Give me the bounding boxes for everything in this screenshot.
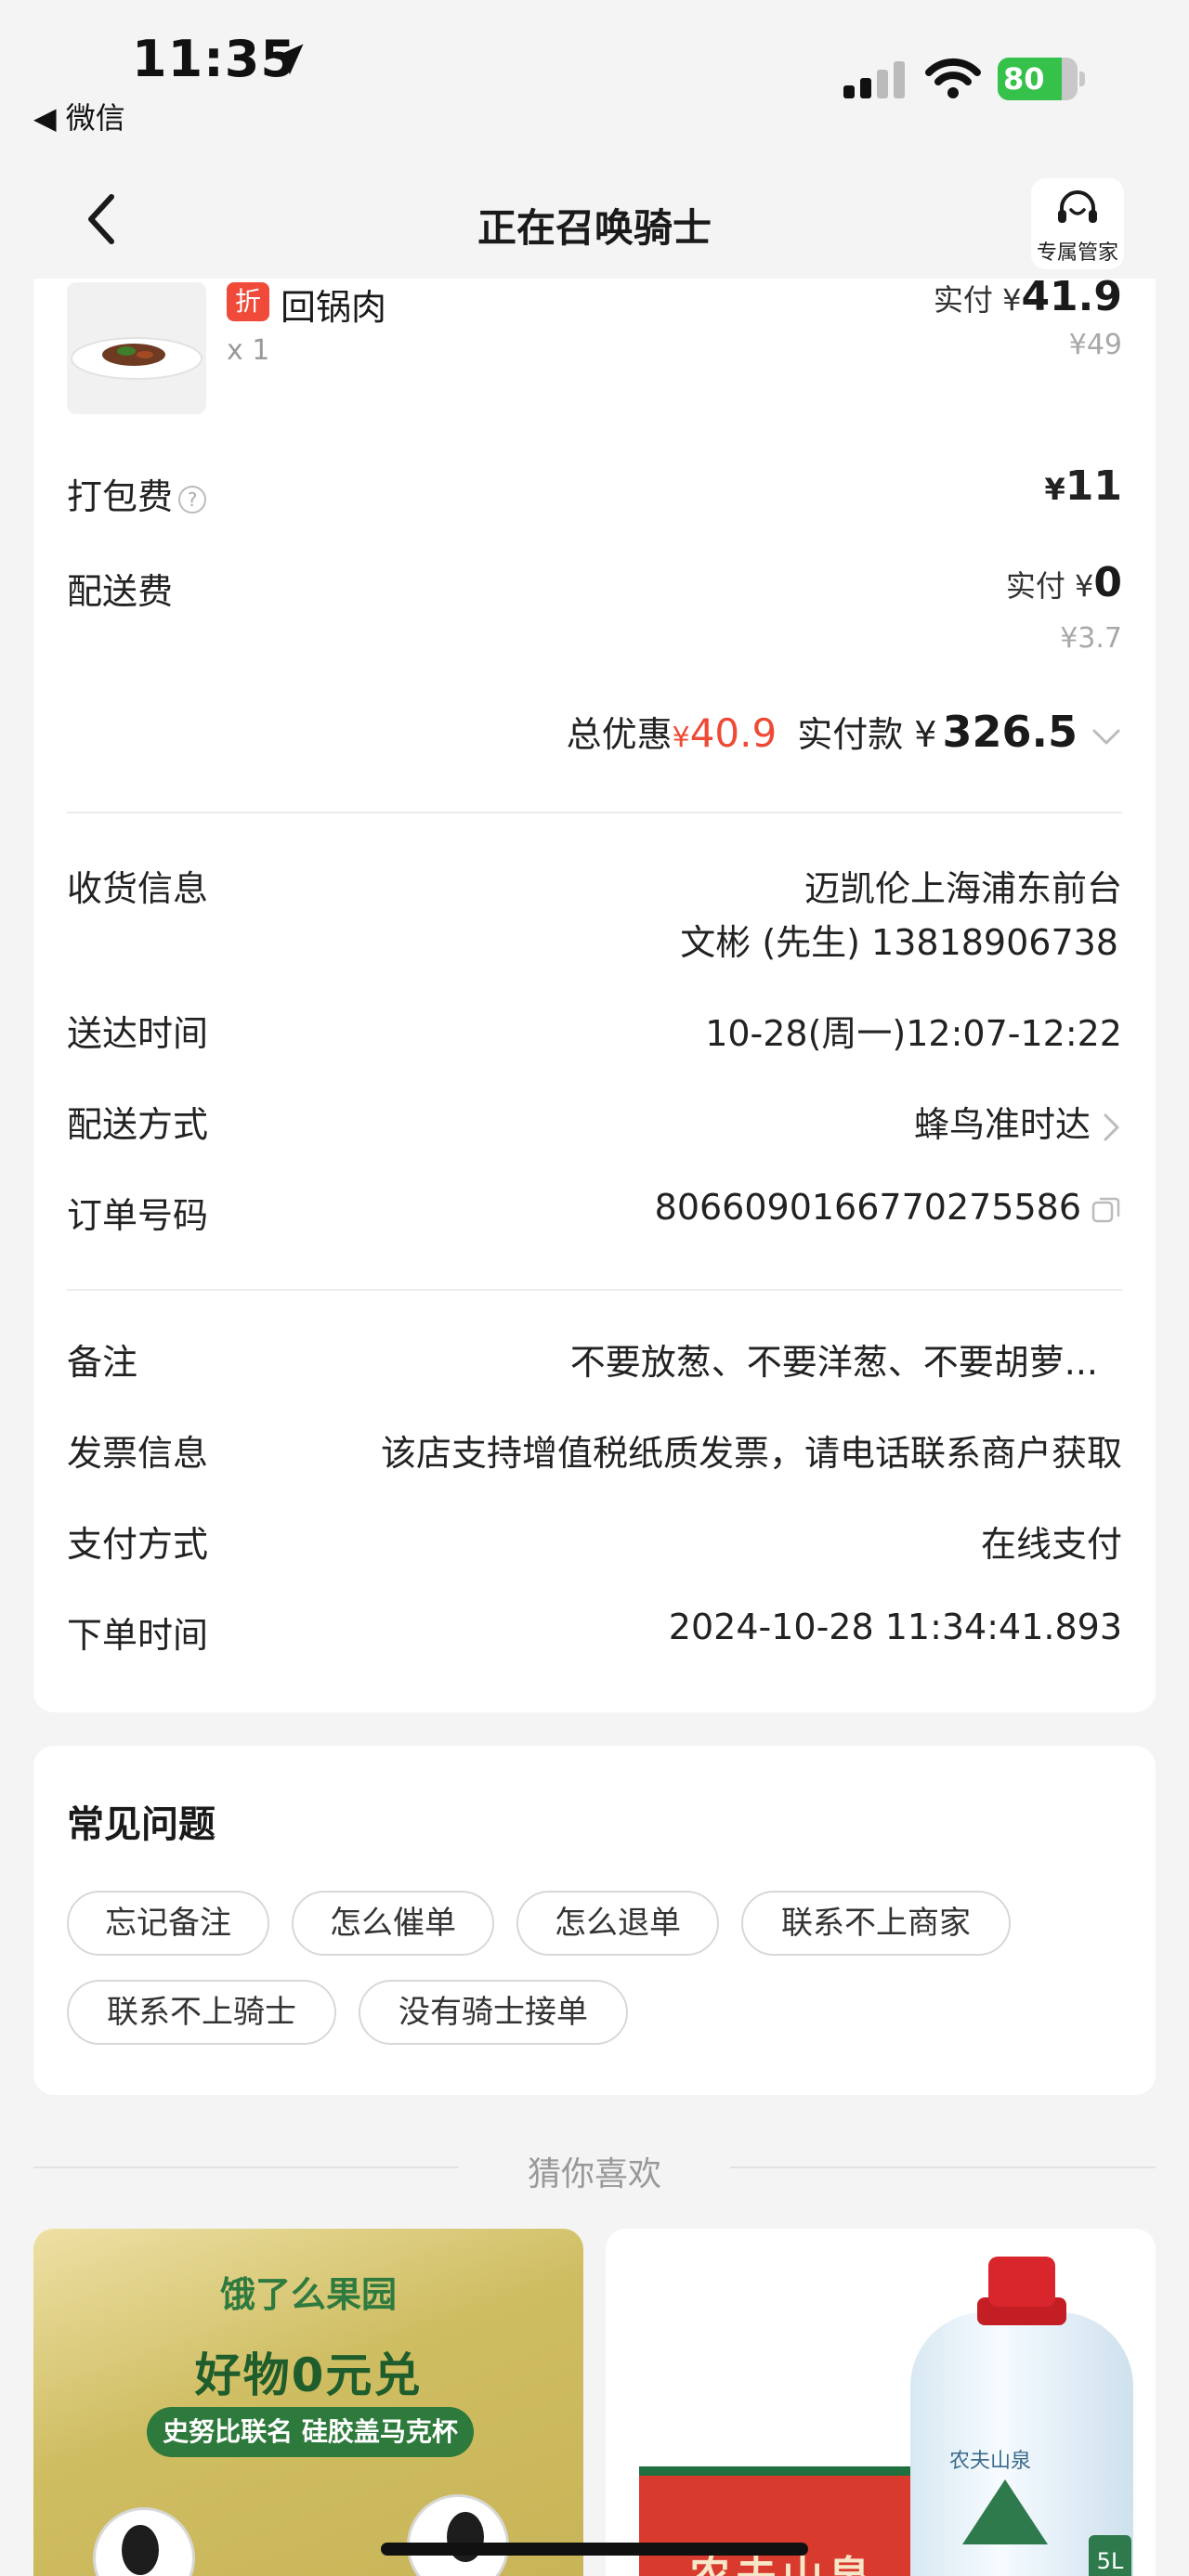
delivery-time-label: 送达时间 xyxy=(67,1013,209,1054)
battery-icon: 80 xyxy=(998,58,1085,102)
divider xyxy=(67,1289,1122,1291)
wifi-icon xyxy=(925,58,981,98)
brand-name: 饿了么果园 xyxy=(219,2274,397,2315)
page-title: 正在召唤骑士 xyxy=(477,205,712,251)
receiver-address: 迈凯伦上海浦东前台 xyxy=(804,868,1122,909)
agent-button[interactable]: 专属管家 xyxy=(1031,178,1124,269)
back-to-wechat-link[interactable]: ◀ 微信 xyxy=(33,95,125,137)
divider xyxy=(67,812,1122,813)
bottle-cap xyxy=(988,2257,1055,2307)
home-indicator[interactable] xyxy=(381,2543,808,2556)
faq-chip[interactable]: 怎么退单 xyxy=(516,1891,719,1956)
packing-fee-label: 打包费? xyxy=(67,468,207,519)
recommend-title: 猜你喜欢 xyxy=(527,2155,661,2193)
dish-quantity: x 1 xyxy=(227,334,270,367)
faq-chip[interactable]: 联系不上商家 xyxy=(741,1891,1011,1956)
delivery-fee-original: ¥3.7 xyxy=(1060,622,1122,655)
payment-method-label: 支付方式 xyxy=(67,1524,209,1565)
help-icon[interactable]: ? xyxy=(178,485,207,514)
delivery-time-value: 10-28(周一)12:07-12:22 xyxy=(705,1013,1122,1054)
mug-image xyxy=(407,2494,509,2576)
dish-name: 回锅肉 xyxy=(281,287,387,328)
remark-value: 不要放葱、不要洋葱、不要胡萝... xyxy=(569,1342,1098,1383)
total-paid: 326.5 xyxy=(942,707,1078,757)
cellular-signal-icon xyxy=(843,61,905,98)
invoice-value: 该店支持增值税纸质发票，请电话联系商户获取 xyxy=(380,1433,1122,1474)
total-discount: ¥40.9 xyxy=(672,710,777,756)
chevron-down-icon[interactable] xyxy=(1091,727,1122,748)
order-time-label: 下单时间 xyxy=(67,1615,209,1656)
location-arrow-icon xyxy=(272,44,304,75)
receiver-contact: 文彬 (先生) 13818906738 xyxy=(680,922,1118,963)
battery-percent: 80 xyxy=(1003,61,1045,97)
delivery-fee-label: 配送费 xyxy=(67,571,174,612)
recommend-card[interactable]: 农夫山泉 农夫山泉 5L xyxy=(606,2229,1156,2576)
order-time-value: 2024-10-28 11:34:41.893 xyxy=(668,1607,1122,1647)
faq-chip[interactable]: 联系不上骑士 xyxy=(67,1980,336,2045)
dish-paid-price: 实付 ¥41.9 xyxy=(933,273,1122,320)
promo-headline: 好物0元兑 xyxy=(194,2348,423,2402)
invoice-label: 发票信息 xyxy=(67,1433,209,1474)
chevron-right-icon xyxy=(1104,1113,1119,1140)
faq-title: 常见问题 xyxy=(67,1803,216,1846)
faq-chip[interactable]: 没有骑士接单 xyxy=(359,1980,628,2045)
packing-fee-value: ¥11 xyxy=(1044,462,1123,510)
receiver-label: 收货信息 xyxy=(67,868,209,909)
mug-image xyxy=(93,2507,195,2576)
order-details-card: 折 回锅肉 x 1 实付 ¥41.9 ¥49 打包费? ¥11 配送费 实付 ¥… xyxy=(33,273,1156,1712)
promo-subtitle: 史努比联名 硅胶盖马克杯 xyxy=(147,2407,474,2457)
agent-label: 专属管家 xyxy=(1036,241,1118,265)
payment-method-value: 在线支付 xyxy=(980,1524,1122,1565)
divider xyxy=(730,2166,1156,2168)
faq-card: 常见问题 忘记备注 怎么催单 怎么退单 联系不上商家 联系不上骑士 没有骑士接单 xyxy=(33,1746,1156,2095)
bottle-size: 5L xyxy=(1089,2535,1131,2576)
nav-header: 正在召唤骑士 专属管家 xyxy=(0,167,1189,279)
order-number-value: 8066090166770275586 xyxy=(655,1187,1122,1228)
faq-chip[interactable]: 忘记备注 xyxy=(67,1891,269,1956)
order-total[interactable]: 总优惠¥40.9 实付款 ¥326.5 xyxy=(567,706,1122,757)
delivery-method-value[interactable]: 蜂鸟准时达 xyxy=(914,1096,1122,1147)
status-bar: 11:35 ◀ 微信 80 xyxy=(0,0,1189,139)
headset-icon xyxy=(1058,190,1097,223)
order-number-label: 订单号码 xyxy=(67,1195,209,1236)
recommend-card[interactable]: 饿了么果园 好物0元兑 史努比联名 硅胶盖马克杯 xyxy=(33,2229,583,2576)
remark-label: 备注 xyxy=(67,1342,138,1383)
dish-thumbnail[interactable] xyxy=(67,282,206,414)
delivery-fee-paid: 实付 ¥0 xyxy=(1005,559,1122,606)
copy-icon[interactable] xyxy=(1091,1194,1122,1226)
delivery-method-label: 配送方式 xyxy=(67,1104,209,1145)
bottle-brand: 农夫山泉 xyxy=(949,2450,1032,2473)
dish-original-price: ¥49 xyxy=(1068,329,1122,361)
faq-chip[interactable]: 怎么催单 xyxy=(292,1891,494,1956)
mountain-logo-icon xyxy=(962,2479,1048,2544)
discount-badge: 折 xyxy=(227,282,269,321)
